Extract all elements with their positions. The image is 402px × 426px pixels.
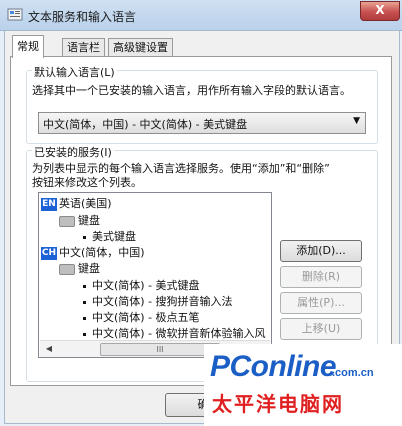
pconline-cn-name: 太平洋电脑网 xyxy=(212,392,344,416)
tree-item-label: 英语(美国) xyxy=(59,197,112,210)
tree-item-label: 中文(简体) - 极点五笔 xyxy=(92,311,200,324)
text-services-icon xyxy=(7,8,23,21)
tree-item-chinese-simplified[interactable]: CH 中文(简体，中国) xyxy=(41,244,145,260)
tree-item-label: 中文(简体) - 搜狗拼音输入法 xyxy=(92,295,233,308)
window-title: 文本服务和输入语言 xyxy=(28,10,137,24)
properties-button[interactable]: 属性(P)... xyxy=(280,292,362,314)
bullet-icon xyxy=(83,316,86,320)
pconline-logo: PConline xyxy=(210,350,337,383)
tree-item-service[interactable]: 中文(简体) - 搜狗拼音输入法 xyxy=(83,293,233,309)
keyboard-icon xyxy=(59,263,75,275)
installed-services-tree[interactable]: EN 英语(美国) 键盘 美式键盘 CH 中文(简体，中国) 键盘 中文(简体) -… xyxy=(38,192,272,358)
installed-services-description-line2: 按钮来修改这个列表。 xyxy=(32,176,142,189)
tree-item-english-us[interactable]: EN 英语(美国) xyxy=(41,195,112,211)
tree-item-keyboard-group[interactable]: 键盘 xyxy=(59,260,100,276)
pconline-domain-suffix: .com.cn xyxy=(332,367,374,379)
tree-item-label: 中文(简体，中国) xyxy=(59,246,145,259)
tree-item-label: 键盘 xyxy=(78,262,100,275)
close-button[interactable]: X xyxy=(360,1,400,21)
tree-item-keyboard-group[interactable]: 键盘 xyxy=(59,212,100,228)
add-button[interactable]: 添加(D)... xyxy=(280,240,362,262)
en-language-badge: EN xyxy=(41,197,57,211)
default-input-description: 选择其中一个已安装的输入语言，用作所有输入字段的默认语言。 xyxy=(32,84,351,97)
remove-button[interactable]: 删除(R) xyxy=(280,266,362,288)
bullet-icon xyxy=(83,300,86,304)
scroll-left-icon[interactable]: ◀ xyxy=(41,342,57,356)
bullet-icon xyxy=(83,284,86,288)
keyboard-icon xyxy=(59,215,75,227)
tree-item-label: 中文(简体) - 微软拼音新体验输入风 xyxy=(92,327,266,340)
default-language-dropdown[interactable]: 中文(简体，中国) - 中文(简体) - 美式键盘 ▼ xyxy=(38,112,366,134)
installed-services-group-label: 已安装的服务(I) xyxy=(32,144,114,160)
chevron-down-icon: ▼ xyxy=(353,116,360,126)
scroll-thumb[interactable]: III xyxy=(100,343,220,356)
tree-item-us-keyboard[interactable]: 美式键盘 xyxy=(83,228,136,244)
tree-item-service[interactable]: 中文(简体) - 极点五笔 xyxy=(83,309,200,325)
tree-item-label: 美式键盘 xyxy=(92,230,136,243)
bullet-icon xyxy=(83,235,86,239)
move-up-button[interactable]: 上移(U) xyxy=(280,318,362,340)
tree-item-label: 键盘 xyxy=(78,214,100,227)
ch-language-badge: CH xyxy=(41,246,57,260)
tab-language-bar[interactable]: 语言栏 xyxy=(62,38,105,57)
default-input-group-label: 默认输入语言(L) xyxy=(32,64,117,80)
tree-item-label: 中文(简体) - 美式键盘 xyxy=(92,279,200,292)
bullet-icon xyxy=(83,332,86,336)
tab-advanced-key-settings[interactable]: 高级键设置 xyxy=(108,38,173,57)
tree-item-service[interactable]: 中文(简体) - 美式键盘 xyxy=(83,277,200,293)
default-language-value: 中文(简体，中国) - 中文(简体) - 美式键盘 xyxy=(43,118,248,131)
tab-general[interactable]: 常规 xyxy=(12,35,44,58)
tree-item-service[interactable]: 中文(简体) - 微软拼音新体验输入风 xyxy=(83,325,266,341)
